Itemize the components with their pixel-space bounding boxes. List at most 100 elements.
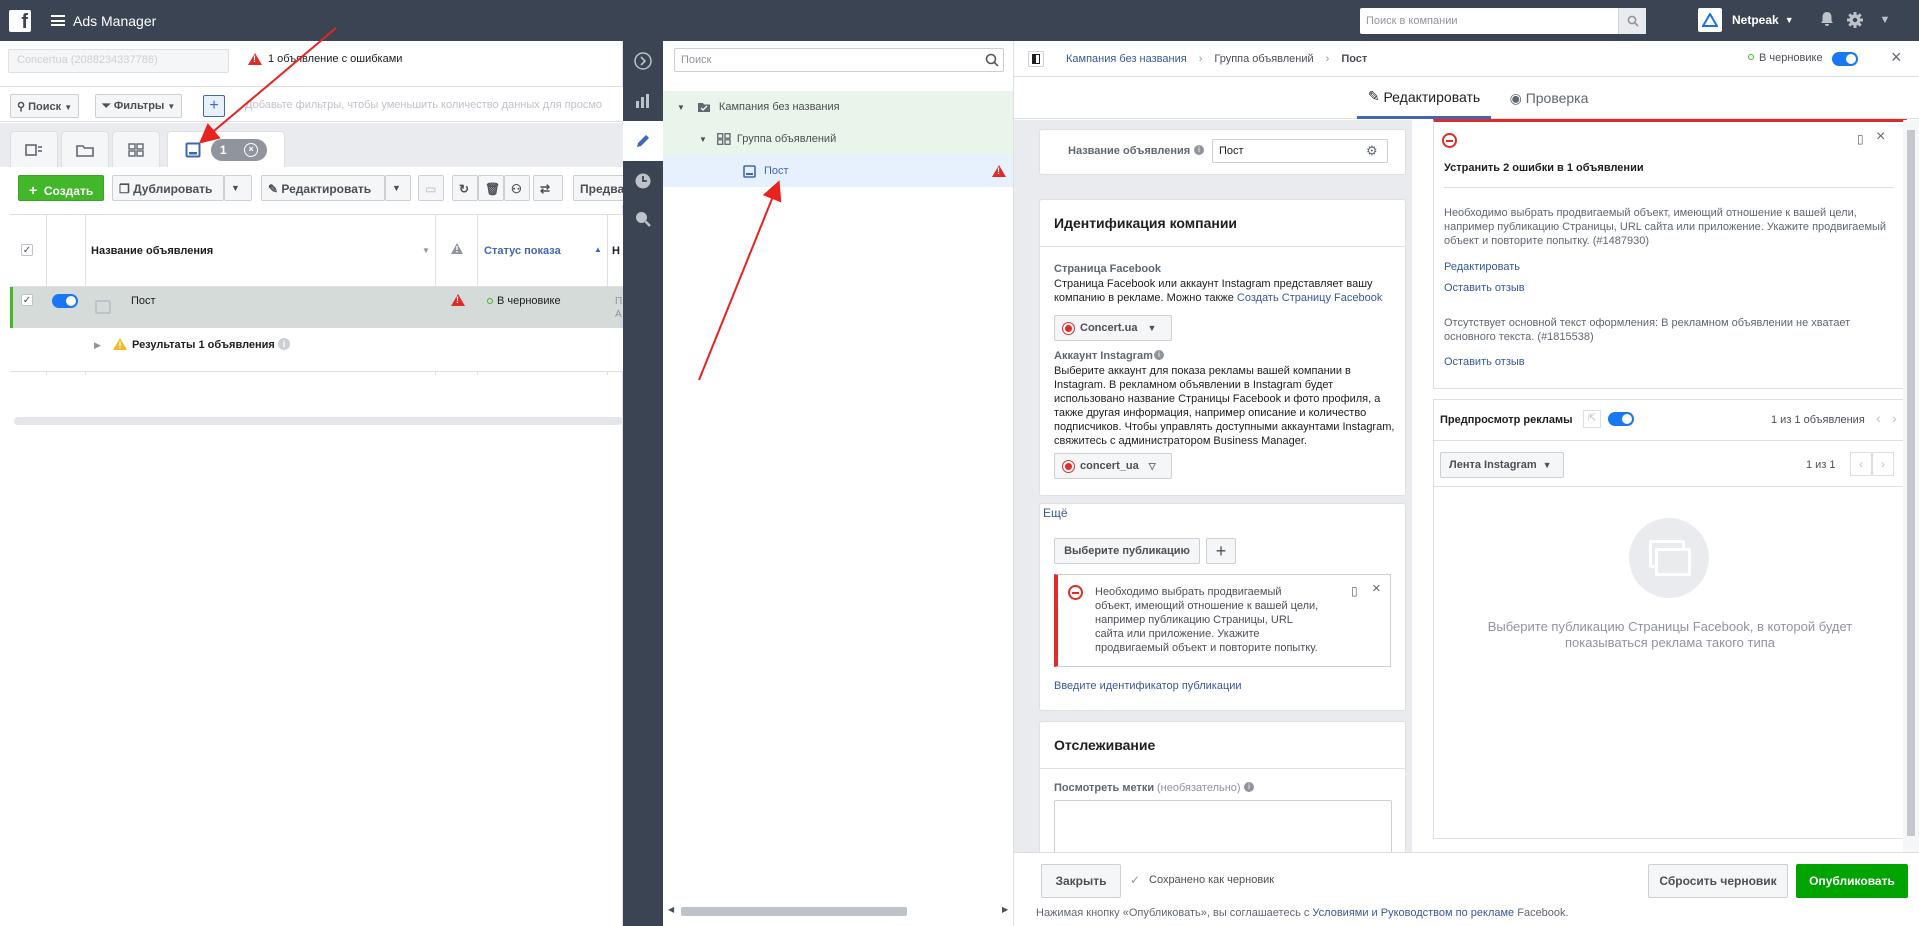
open-external-icon[interactable]: ⇱ [1583,410,1601,428]
sort-icon[interactable]: ▼ [422,246,430,255]
duplicate-dropdown[interactable]: ▼ [224,175,252,201]
info-icon[interactable]: i [1154,350,1164,360]
ad-active-toggle[interactable] [1832,52,1858,66]
info-icon[interactable]: i [1244,782,1254,792]
column-next-header[interactable]: Н [612,245,620,257]
close-icon[interactable]: × [1891,47,1902,68]
ad-name-cell[interactable]: Пост [131,295,156,307]
toggle-sidebar-icon[interactable] [1028,50,1044,67]
column-name-header[interactable]: Название объявления [91,245,213,257]
edit-dropdown[interactable]: ▼ [385,175,411,201]
row-checkbox[interactable]: ✓ [21,294,33,306]
info-icon[interactable]: i [1194,145,1204,155]
collapse-arrow-icon[interactable]: ▼ [677,103,685,112]
preview-toggle[interactable] [1608,412,1634,426]
add-filter-button[interactable]: + [203,95,225,117]
ad-toggle[interactable] [52,294,78,308]
search-icon[interactable] [1618,8,1646,34]
error-2-feedback-link[interactable]: Оставить отзыв [1444,356,1525,368]
search-audience-icon[interactable] [623,199,663,239]
feedback-icon[interactable]: ▯ [1857,132,1864,146]
delete-trash-icon[interactable]: 🗑 [478,175,504,201]
create-fb-page-link[interactable]: Создать Страницу Facebook [1237,292,1382,304]
filter-placeholder[interactable]: Добавьте фильтры, чтобы уменьшить количе… [245,99,602,111]
table-row[interactable]: ✓ Пост В черновике П А [10,287,623,328]
discard-draft-button[interactable]: Сбросить черновик [1648,864,1788,898]
add-post-button[interactable]: + [1206,538,1236,564]
tree-horizontal-scrollbar[interactable] [681,907,907,916]
more-link[interactable]: Ещё [1043,506,1068,520]
horizontal-scrollbar[interactable] [14,417,623,425]
tab-review[interactable]: ◉ Проверка [1504,77,1594,119]
tree-search-input[interactable]: Поиск [674,48,1004,72]
info-icon[interactable]: i [278,338,290,350]
editor-vertical-scrollbar[interactable] [1903,120,1919,852]
facebook-logo-icon[interactable]: f [9,9,31,32]
expand-arrow-icon[interactable]: ▶ [94,340,101,351]
history-clock-icon[interactable] [623,161,663,201]
collapse-arrow-icon[interactable]: ▼ [699,135,707,144]
account-switcher[interactable]: Netpeak ▼ [1698,6,1794,34]
close-icon[interactable]: × [1876,128,1885,146]
scroll-right-icon[interactable]: ▶ [1002,905,1008,914]
clipboard-icon[interactable]: ▭ [418,175,444,201]
selected-count-pill[interactable]: 1 × [211,138,267,161]
breadcrumb-adset[interactable]: Группа объявлений [1214,53,1313,65]
tab-folders[interactable] [61,131,109,167]
tab-campaigns[interactable] [10,131,58,167]
feedback-icon[interactable]: ▯ [1351,584,1358,598]
error-1-edit-link[interactable]: Редактировать [1444,261,1520,273]
error-icon[interactable] [451,294,465,309]
search-filter-button[interactable]: ⚲ Поиск ▼ [10,94,80,118]
help-dropdown-icon[interactable]: ▼ [1876,11,1894,29]
placement-selector[interactable]: Лента Instagram ▼ [1440,452,1564,478]
edit-pencil-icon[interactable] [623,121,663,161]
tree-item-adset[interactable]: ▼ Группа объявлений [663,123,1013,155]
select-all-checkbox[interactable]: ✓ [21,244,33,256]
edit-button[interactable]: ✎ Редактировать [261,175,385,201]
fb-page-selector[interactable]: Concert.ua ▼ [1054,315,1172,341]
ig-account-selector[interactable]: concert_ua ▽ [1054,453,1172,479]
search-icon: ⚲ [17,101,26,113]
scroll-left-icon[interactable]: ◀ [668,905,674,914]
ab-test-icon[interactable]: ⇄ [533,175,563,201]
company-search-input[interactable]: Поиск в компании [1360,8,1646,34]
close-icon[interactable]: × [1372,580,1381,597]
tab-edit[interactable]: ✎ Редактировать [1357,77,1491,119]
refresh-icon[interactable]: ↻ [452,175,478,201]
tab-adsets[interactable] [112,131,160,167]
choose-post-button[interactable]: Выберите публикацию [1054,538,1200,564]
tree-item-campaign[interactable]: ▼ Кампания без названия [663,91,1013,123]
collapse-panel-icon[interactable] [623,41,663,81]
error-1-feedback-link[interactable]: Оставить отзыв [1444,282,1525,294]
ad-account-selector[interactable]: Concertua (2088234337786) [8,49,229,73]
tab-ads[interactable]: 1 × [167,131,285,167]
charts-icon[interactable] [623,81,663,121]
create-button[interactable]: + Создать [18,175,104,201]
gear-icon[interactable]: ⚙ [1366,143,1378,159]
sort-ascending-icon[interactable]: ▲ [594,245,602,254]
tree-item-ad[interactable]: Пост [663,155,1013,187]
column-status-header[interactable]: Статус показа [484,245,561,257]
audience-icon[interactable]: ⚇ [504,175,530,201]
duplicate-button[interactable]: ❐ Дублировать [112,175,224,201]
publish-button[interactable]: Опубликовать [1796,864,1908,898]
ad-name-input[interactable]: Пост [1212,139,1388,163]
breadcrumb-campaign[interactable]: Кампания без названия [1066,53,1187,65]
error-summary[interactable]: 1 объявление с ошибками [248,53,402,65]
warnings-column-icon[interactable] [451,243,463,257]
settings-gear-icon[interactable] [1846,11,1864,29]
chevron-left-icon[interactable]: ‹ [1876,410,1881,426]
next-icon[interactable]: › [1872,452,1894,476]
close-button[interactable]: Закрыть [1041,864,1121,898]
enter-post-id-link[interactable]: Введите идентификатор публикации [1054,680,1242,692]
filters-button[interactable]: ⏷ Фильтры ▼ [95,94,183,118]
notifications-bell-icon[interactable] [1818,11,1836,29]
terms-link[interactable]: Условиями и Руководством по рекламе [1312,907,1514,919]
chevron-right-icon[interactable]: › [1892,410,1897,426]
menu-icon[interactable] [51,15,65,26]
clear-selection-icon[interactable]: × [244,142,259,157]
tracking-tags-textarea[interactable] [1054,800,1392,852]
error-icon[interactable] [992,165,1006,177]
prev-icon[interactable]: ‹ [1850,452,1872,476]
